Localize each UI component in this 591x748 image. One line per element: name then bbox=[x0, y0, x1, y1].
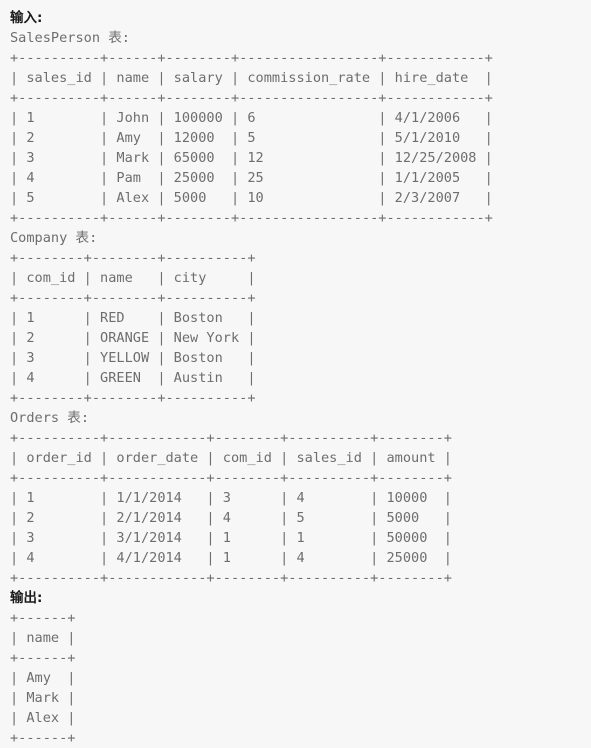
table-header-row: | order_id | order_date | com_id | sales… bbox=[10, 450, 452, 466]
table-row: | 3 | Mark | 65000 | 12 | 12/25/2008 | bbox=[10, 150, 493, 166]
table-row: | 2 | ORANGE | New York | bbox=[10, 330, 256, 346]
table-row: | 4 | Pam | 25000 | 25 | 1/1/2005 | bbox=[10, 170, 493, 186]
table-header-row: | com_id | name | city | bbox=[10, 270, 256, 286]
table-border-top: +----------+------------+--------+------… bbox=[10, 430, 452, 446]
table-row: | 5 | Alex | 5000 | 10 | 2/3/2007 | bbox=[10, 190, 493, 206]
table-row: | Alex | bbox=[10, 710, 76, 726]
table-border-header: +----------+------------+--------+------… bbox=[10, 470, 452, 486]
table-border-bottom: +------+ bbox=[10, 730, 76, 746]
table-header-row: | name | bbox=[10, 630, 76, 646]
company-table-caption: Company 表: bbox=[10, 230, 98, 246]
table-border-header: +--------+--------+----------+ bbox=[10, 290, 256, 306]
company-table-block: Company 表: +--------+--------+----------… bbox=[10, 228, 591, 408]
output-section: 输出: +------+ | name | +------+ | Amy | |… bbox=[10, 588, 591, 748]
input-heading: 输入: bbox=[10, 10, 43, 26]
table-border-top: +--------+--------+----------+ bbox=[10, 250, 256, 266]
code-block-container: 输入: SalesPerson 表: +----------+------+--… bbox=[0, 0, 591, 748]
table-border-bottom: +----------+------------+--------+------… bbox=[10, 570, 452, 586]
salesperson-table-block: SalesPerson 表: +----------+------+------… bbox=[10, 28, 591, 228]
table-row: | 1 | John | 100000 | 6 | 4/1/2006 | bbox=[10, 110, 493, 126]
table-row: | 3 | 3/1/2014 | 1 | 1 | 50000 | bbox=[10, 530, 452, 546]
table-row: | 4 | 4/1/2014 | 1 | 4 | 25000 | bbox=[10, 550, 452, 566]
table-border-top: +------+ bbox=[10, 610, 76, 626]
orders-table-caption: Orders 表: bbox=[10, 410, 90, 426]
table-row: | 2 | 2/1/2014 | 4 | 5 | 5000 | bbox=[10, 510, 452, 526]
table-row: | 4 | GREEN | Austin | bbox=[10, 370, 256, 386]
table-row: | 1 | 1/1/2014 | 3 | 4 | 10000 | bbox=[10, 490, 452, 506]
table-border-bottom: +--------+--------+----------+ bbox=[10, 390, 256, 406]
input-section: 输入: SalesPerson 表: +----------+------+--… bbox=[10, 8, 591, 588]
salesperson-table-caption: SalesPerson 表: bbox=[10, 30, 130, 46]
orders-table-block: Orders 表: +----------+------------+-----… bbox=[10, 408, 591, 588]
output-heading: 输出: bbox=[10, 590, 43, 606]
table-header-row: | sales_id | name | salary | commission_… bbox=[10, 70, 493, 86]
table-border-bottom: +----------+------+--------+------------… bbox=[10, 210, 493, 226]
table-border-header: +------+ bbox=[10, 650, 76, 666]
table-border-top: +----------+------+--------+------------… bbox=[10, 50, 493, 66]
table-row: | 1 | RED | Boston | bbox=[10, 310, 256, 326]
table-row: | 2 | Amy | 12000 | 5 | 5/1/2010 | bbox=[10, 130, 493, 146]
table-row: | Mark | bbox=[10, 690, 76, 706]
table-row: | 3 | YELLOW | Boston | bbox=[10, 350, 256, 366]
table-border-header: +----------+------+--------+------------… bbox=[10, 90, 493, 106]
table-row: | Amy | bbox=[10, 670, 76, 686]
